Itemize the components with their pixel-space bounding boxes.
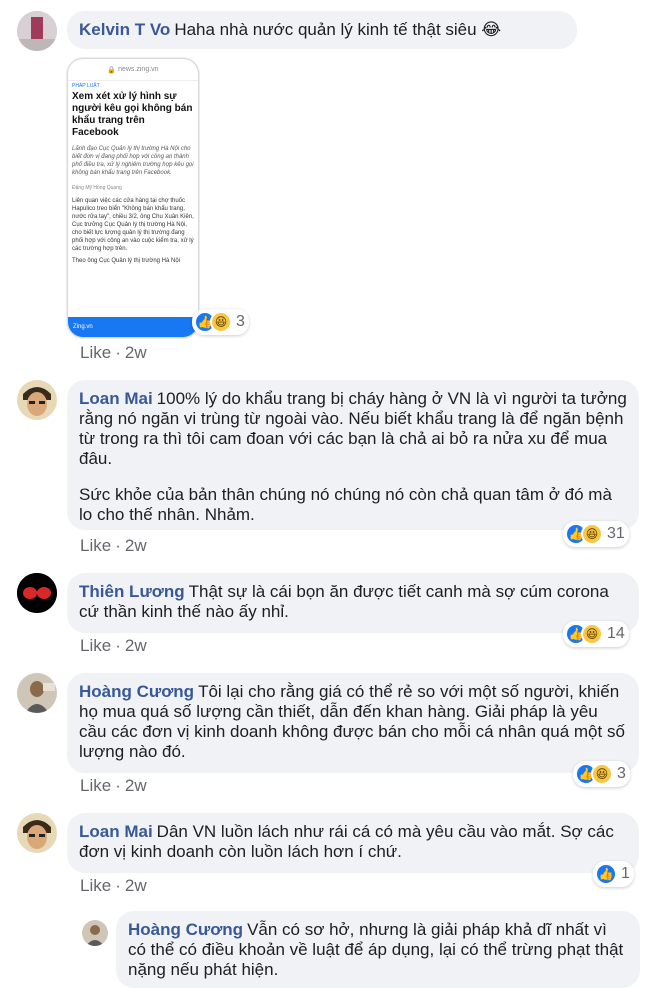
- reaction-summary[interactable]: 👍 😆 31: [563, 521, 629, 547]
- timestamp[interactable]: 2w: [125, 876, 147, 895]
- timestamp[interactable]: 2w: [125, 536, 147, 555]
- reaction-count: 3: [617, 765, 626, 782]
- reaction-summary[interactable]: 👍 😆 3: [573, 761, 630, 787]
- reaction-summary[interactable]: 👍 😆 3: [192, 309, 249, 335]
- comment-bubble: Loan Mai 100% lý do khẩu trang bị cháy hà…: [67, 380, 639, 530]
- attached-article-screenshot[interactable]: 🔒 news.zing.vn PHÁP LUẬT Xem xét xử lý h…: [67, 58, 199, 338]
- article-url: 🔒 news.zing.vn: [68, 59, 198, 81]
- avatar-image: [17, 813, 57, 853]
- reaction-count: 14: [607, 625, 625, 642]
- comment-author[interactable]: Loan Mai: [79, 389, 153, 408]
- avatar-image: [17, 11, 57, 51]
- comment-author[interactable]: Thiên Lương: [79, 582, 185, 601]
- comment-actions: Like · 2w: [80, 876, 147, 896]
- comment-author[interactable]: Hoàng Cương: [79, 682, 194, 701]
- comment-author[interactable]: Kelvin T Vo: [79, 20, 170, 39]
- comment-text: Dân VN luồn lách như rái cá có mà yêu cầ…: [79, 822, 614, 861]
- avatar[interactable]: [17, 11, 57, 51]
- article-body: Liên quan việc các cửa hàng tại chợ thuố…: [72, 198, 194, 252]
- like-button[interactable]: Like: [80, 343, 111, 362]
- comment-author[interactable]: Hoàng Cương: [128, 920, 243, 939]
- lock-icon: 🔒: [107, 66, 117, 74]
- comment-author[interactable]: Loan Mai: [79, 822, 153, 841]
- comment-bubble: Loan Mai Dân VN luồn lách như rái cá có m…: [67, 813, 639, 873]
- reply-bubble: Hoàng Cương Vẫn có sơ hở, nhưng là giải p…: [116, 911, 640, 988]
- comment-bubble: Kelvin T Vo Haha nhà nước quản lý kinh tế…: [67, 11, 577, 49]
- article-headline: Xem xét xử lý hình sự người kêu gọi khôn…: [72, 91, 193, 138]
- comment-text: Haha nhà nước quản lý kinh tế thật siêu …: [174, 20, 502, 39]
- separator: ·: [115, 536, 121, 555]
- reaction-count: 3: [236, 313, 245, 330]
- haha-icon: 😆: [210, 311, 232, 333]
- avatar-image: [82, 920, 108, 946]
- comment-text-paragraph-2: Sức khỏe của bản thân chúng nó chúng nó …: [79, 485, 612, 524]
- avatar[interactable]: [17, 813, 57, 853]
- comment-bubble: Hoàng Cương Tôi lại cho rằng giá có thể r…: [67, 673, 639, 773]
- timestamp[interactable]: 2w: [125, 343, 147, 362]
- reaction-summary[interactable]: 👍 😆 14: [563, 621, 629, 647]
- avatar[interactable]: [17, 380, 57, 420]
- haha-icon: 😆: [591, 763, 613, 785]
- article-footer: Zing.vn: [68, 317, 198, 337]
- separator: ·: [115, 776, 121, 795]
- article-byline: Đặng Mỹ Hồng Quang: [72, 185, 122, 191]
- haha-icon: 😆: [581, 523, 603, 545]
- timestamp[interactable]: 2w: [125, 636, 147, 655]
- like-button[interactable]: Like: [80, 776, 111, 795]
- article-body-2: Theo ông Cục Quản lý thị trường Hà Nội: [72, 258, 181, 264]
- comment-bubble: Thiên Lương Thật sự là cái bọn ăn được ti…: [67, 573, 639, 633]
- separator: ·: [115, 876, 121, 895]
- avatar-image: [17, 380, 57, 420]
- avatar[interactable]: [17, 673, 57, 713]
- article-section: PHÁP LUẬT: [72, 83, 100, 89]
- comment-text: 100% lý do khẩu trang bị cháy hàng ở VN …: [79, 389, 627, 468]
- comment-actions: Like · 2w: [80, 636, 147, 656]
- separator: ·: [115, 343, 121, 362]
- zing-logo: Zing.vn: [73, 324, 93, 330]
- reaction-summary[interactable]: 👍 1: [593, 861, 634, 887]
- comment-actions: Like · 2w: [80, 343, 147, 363]
- avatar-image: [17, 673, 57, 713]
- avatar[interactable]: [82, 920, 108, 946]
- reaction-count: 1: [621, 865, 630, 882]
- avatar-image: [17, 573, 57, 613]
- haha-icon: 😆: [581, 623, 603, 645]
- article-lead: Lãnh đạo Cục Quản lý thị trường Hà Nội c…: [72, 146, 194, 176]
- comment-actions: Like · 2w: [80, 536, 147, 556]
- like-button[interactable]: Like: [80, 536, 111, 555]
- timestamp[interactable]: 2w: [125, 776, 147, 795]
- like-button[interactable]: Like: [80, 636, 111, 655]
- like-icon: 👍: [595, 863, 617, 885]
- comment-actions: Like · 2w: [80, 776, 147, 796]
- like-button[interactable]: Like: [80, 876, 111, 895]
- avatar[interactable]: [17, 573, 57, 613]
- reaction-count: 31: [607, 525, 625, 542]
- separator: ·: [115, 636, 121, 655]
